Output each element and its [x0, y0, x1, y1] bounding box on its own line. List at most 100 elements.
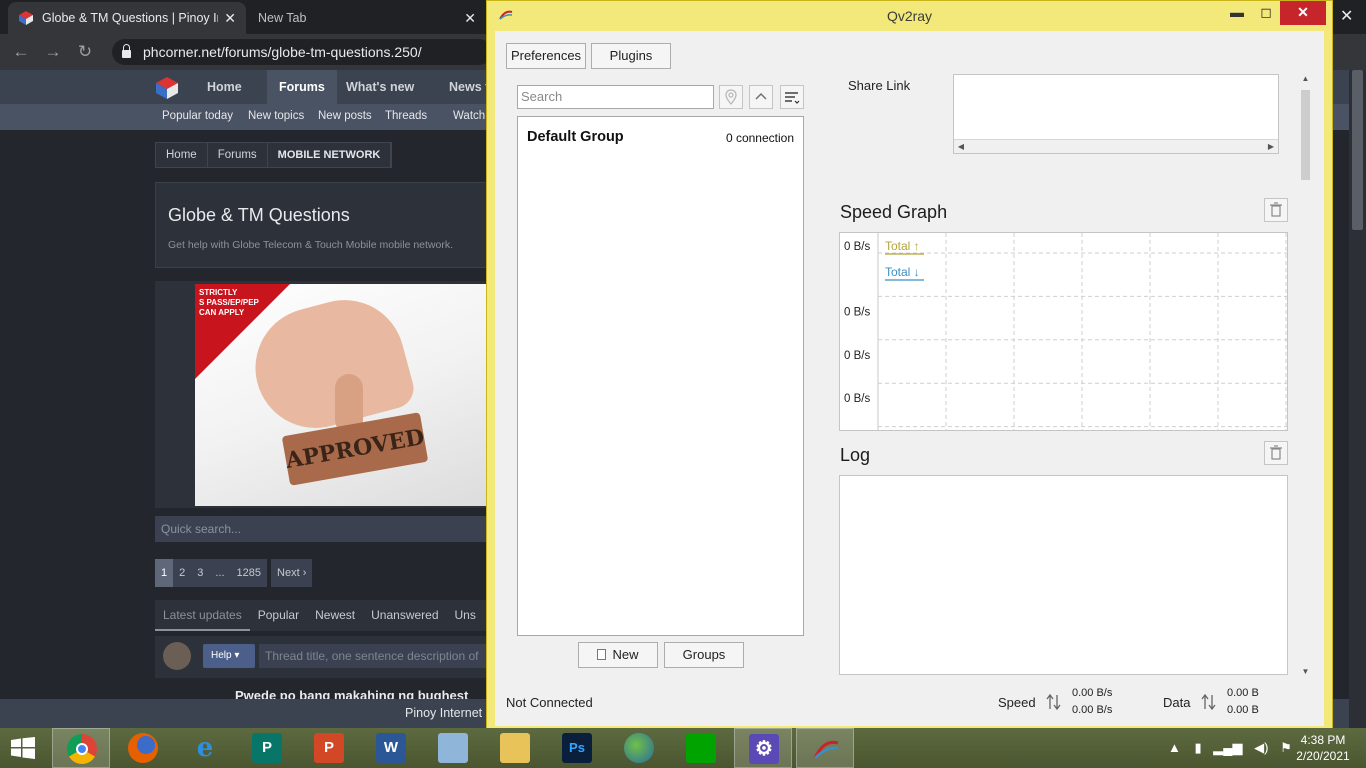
scroll-right-icon[interactable]: ▶: [1264, 140, 1278, 153]
tab-unsolved[interactable]: Uns: [447, 600, 484, 631]
forum-description: Get help with Globe Telecom & Touch Mobi…: [168, 239, 454, 251]
prefix-help-button[interactable]: Help ▾: [203, 644, 255, 668]
tab-globe-tm[interactable]: Globe & TM Questions | Pinoy In ✕: [8, 2, 246, 34]
log-output[interactable]: [839, 475, 1288, 675]
qv2ray-titlebar[interactable]: Qv2ray ▬ ◻ ✕: [487, 1, 1332, 31]
group-name[interactable]: Default Group: [527, 129, 624, 145]
nav-home[interactable]: Home: [207, 70, 242, 104]
forward-icon[interactable]: →: [42, 42, 64, 62]
graph-y-label: 0 B/s: [844, 393, 870, 405]
page-3[interactable]: 3: [191, 559, 210, 587]
page-ellipsis[interactable]: ...: [209, 559, 231, 587]
taskbar-firefox[interactable]: [114, 728, 172, 768]
back-icon[interactable]: ←: [10, 42, 32, 62]
address-bar[interactable]: phcorner.net/forums/globe-tm-questions.2…: [112, 39, 492, 65]
trash-icon: [1270, 202, 1282, 217]
scroll-up-icon[interactable]: ▲: [1297, 72, 1314, 86]
breadcrumb: Home Forums MOBILE NETWORK: [155, 142, 393, 168]
qv2ray-window: Qv2ray ▬ ◻ ✕ Preferences Plugins Search …: [486, 0, 1333, 731]
quick-search-input[interactable]: Quick search...: [155, 516, 495, 542]
taskbar-powerpoint[interactable]: P: [300, 728, 358, 768]
taskbar-word[interactable]: W: [362, 728, 420, 768]
data-up-value: 0.00 B: [1227, 687, 1259, 699]
connection-list[interactable]: Default Group 0 connection: [517, 116, 804, 636]
details-scroll-thumb[interactable]: [1301, 90, 1310, 180]
page-scrollbar[interactable]: [1349, 70, 1366, 728]
nav-forums[interactable]: Forums: [267, 70, 337, 104]
action-center-icon[interactable]: ⚑: [1280, 740, 1292, 755]
tab-close-icon[interactable]: ✕: [224, 10, 236, 27]
subnav-new-topics[interactable]: New topics: [248, 110, 304, 122]
tab-unanswered[interactable]: Unanswered: [363, 600, 446, 631]
footer-text: Pinoy Internet c: [405, 706, 492, 720]
locate-button[interactable]: [719, 85, 743, 109]
speed-graph: 0 B/s0 B/s0 B/s0 B/s0 B/sTotal ↑Total ↓: [839, 232, 1288, 431]
taskbar-store[interactable]: [672, 728, 730, 768]
details-vscrollbar[interactable]: ▲ ▼: [1297, 72, 1314, 679]
avatar[interactable]: [163, 642, 191, 670]
graph-y-label: 0 B/s: [844, 306, 870, 318]
taskbar-globe-app[interactable]: [610, 728, 668, 768]
close-icon[interactable]: ✕: [1280, 1, 1326, 25]
next-page-button[interactable]: Next ›: [271, 559, 313, 587]
new-connection-button[interactable]: New: [578, 642, 658, 668]
browser-window-controls: ✕: [1334, 0, 1366, 34]
groups-button[interactable]: Groups: [664, 642, 744, 668]
clock[interactable]: 4:38 PM 2/20/2021: [1293, 732, 1353, 764]
browser-close-icon[interactable]: ✕: [1340, 6, 1353, 26]
clear-log-button[interactable]: [1264, 441, 1288, 465]
reload-icon[interactable]: ↻: [74, 42, 96, 62]
site-logo-icon[interactable]: [155, 76, 179, 100]
preferences-button[interactable]: Preferences: [506, 43, 586, 69]
collapse-button[interactable]: [749, 85, 773, 109]
tab-latest-updates[interactable]: Latest updates: [155, 600, 250, 631]
speed-graph-svg: 0 B/s0 B/s0 B/s0 B/s0 B/sTotal ↑Total ↓: [844, 233, 1287, 430]
subnav-threads[interactable]: Threads: [385, 110, 427, 122]
banner-text: STRICTLY S PASS/EP/PEP CAN APPLY: [199, 288, 259, 317]
subnav-new-posts[interactable]: New posts: [318, 110, 372, 122]
breadcrumb-forums[interactable]: Forums: [208, 143, 268, 167]
page-scroll-thumb[interactable]: [1352, 70, 1363, 230]
show-hidden-icons-icon[interactable]: ▲: [1168, 740, 1181, 755]
tab-new-tab[interactable]: New Tab ✕: [248, 2, 486, 34]
taskbar-chrome[interactable]: [52, 728, 110, 768]
tab-popular[interactable]: Popular: [250, 600, 307, 631]
taskbar-publisher[interactable]: P: [238, 728, 296, 768]
share-link-hscrollbar[interactable]: ◀ ▶: [954, 139, 1278, 153]
subnav-watched[interactable]: Watch: [453, 110, 485, 122]
network-icon[interactable]: ▂▄▆: [1213, 740, 1242, 755]
page-2[interactable]: 2: [173, 559, 192, 587]
clear-graph-button[interactable]: [1264, 198, 1288, 222]
nav-whats-new[interactable]: What's new: [346, 70, 414, 104]
taskbar-photoshop[interactable]: Ps: [548, 728, 606, 768]
taskbar-file-explorer[interactable]: [486, 728, 544, 768]
taskbar-notepad[interactable]: [424, 728, 482, 768]
ad-banner[interactable]: STRICTLY S PASS/EP/PEP CAN APPLY APPROVE…: [155, 281, 495, 508]
maximize-icon[interactable]: ◻: [1253, 1, 1279, 25]
new-thread-row: Help ▾ Thread title, one sentence descri…: [155, 636, 499, 678]
minimize-icon[interactable]: ▬: [1224, 1, 1250, 25]
tab-newest[interactable]: Newest: [307, 600, 363, 631]
page-last[interactable]: 1285: [230, 559, 268, 587]
taskbar-settings[interactable]: ⚙: [734, 728, 792, 768]
subnav-popular-today[interactable]: Popular today: [162, 110, 233, 122]
connection-status: Not Connected: [506, 695, 593, 710]
share-link-box[interactable]: ◀ ▶: [953, 74, 1279, 154]
search-input[interactable]: Search: [517, 85, 714, 109]
breadcrumb-mobile-network[interactable]: MOBILE NETWORK: [268, 143, 392, 167]
scroll-down-icon[interactable]: ▼: [1297, 665, 1314, 679]
plugins-button[interactable]: Plugins: [591, 43, 671, 69]
trash-icon: [1270, 445, 1282, 460]
battery-icon[interactable]: ▮: [1195, 740, 1202, 755]
sort-button[interactable]: [780, 85, 804, 109]
thread-title-input[interactable]: Thread title, one sentence description o…: [259, 644, 499, 668]
tab-close-icon[interactable]: ✕: [464, 10, 476, 27]
page-1[interactable]: 1: [155, 559, 174, 587]
breadcrumb-home[interactable]: Home: [156, 143, 208, 167]
start-windows-icon[interactable]: [10, 737, 36, 759]
taskbar-qv2ray[interactable]: [796, 728, 854, 768]
volume-icon[interactable]: ◀): [1254, 740, 1268, 755]
nav-news[interactable]: News f: [449, 70, 489, 104]
scroll-left-icon[interactable]: ◀: [954, 140, 968, 153]
taskbar-internet-explorer[interactable]: e: [176, 728, 234, 768]
